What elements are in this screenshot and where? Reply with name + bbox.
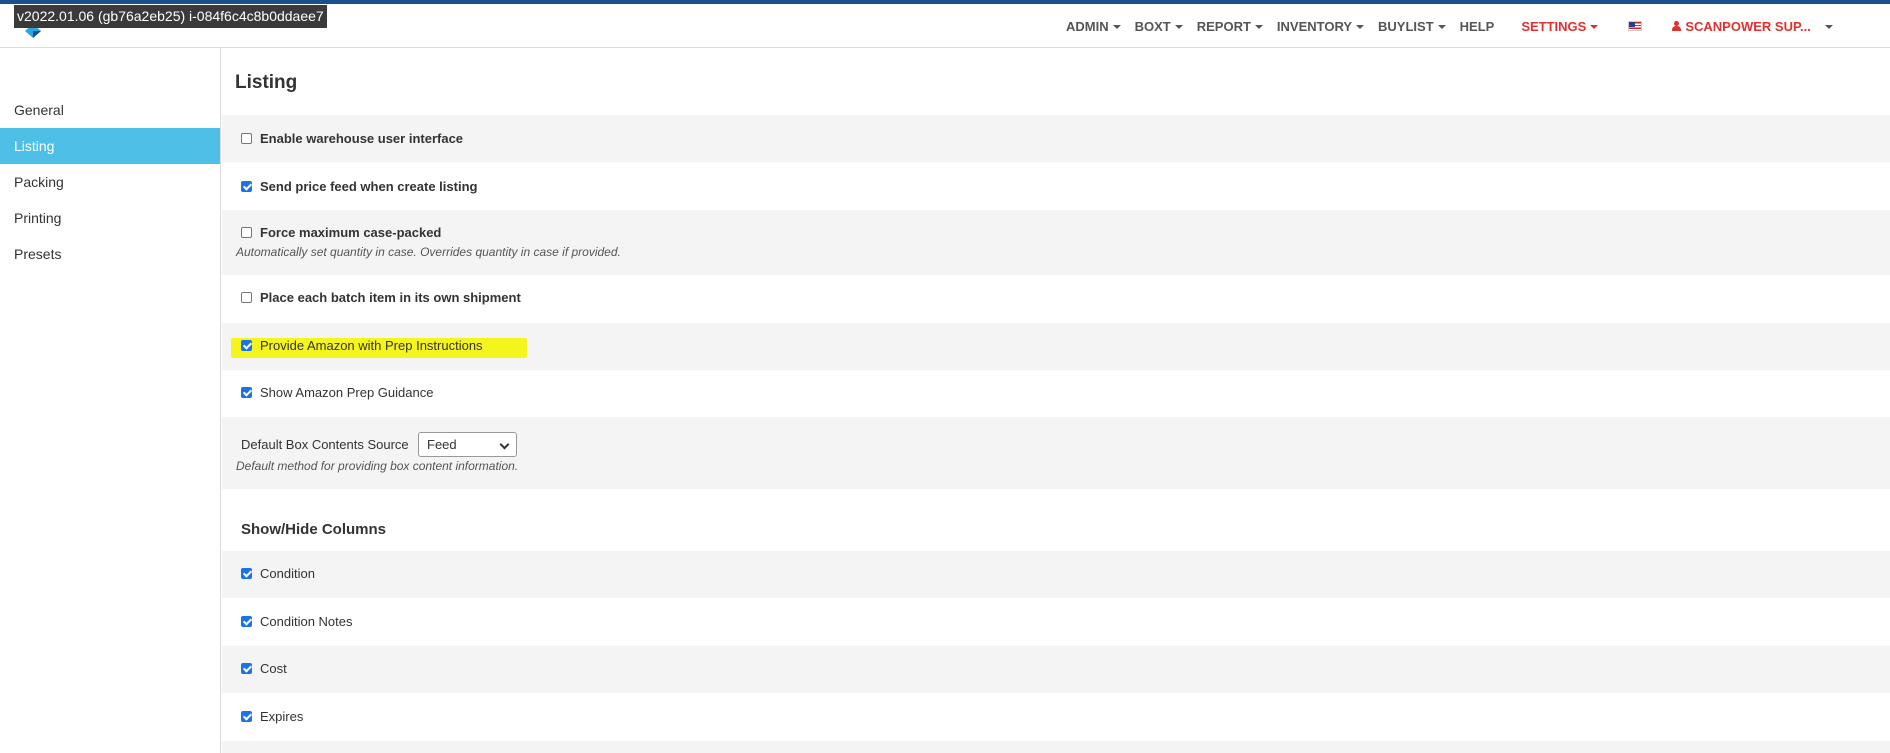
main-nav: ADMIN BOXT REPORT INVENTORY BUYLIST HELP…: [1066, 17, 1833, 35]
nav-boxt-label: BOXT: [1134, 18, 1171, 34]
settings-panel: Listing Enable warehouse user interface …: [222, 48, 1890, 753]
case-packed-checkbox[interactable]: [241, 227, 252, 238]
expires-checkbox[interactable]: [241, 711, 252, 722]
case-packed-help: Automatically set quantity in case. Over…: [236, 245, 621, 259]
sidebar-item-general[interactable]: General: [0, 92, 220, 128]
version-tooltip: v2022.01.06 (gb76a2eb25) i-084f6c4c8b0dd…: [14, 5, 327, 28]
nav-admin[interactable]: ADMIN: [1066, 17, 1121, 35]
option-row-warehouse-ui: [222, 115, 1890, 162]
chevron-down-icon: [1174, 24, 1183, 29]
prep-instructions-checkbox[interactable]: [241, 340, 252, 351]
expires-label: Expires: [260, 709, 304, 724]
nav-user-label: SCANPOWER SUP...: [1685, 18, 1811, 34]
price-feed-label: Send price feed when create listing: [260, 179, 478, 194]
chevron-down-icon: [499, 439, 510, 450]
nav-inventory-label: INVENTORY: [1276, 18, 1353, 34]
nav-help-label: HELP: [1459, 18, 1495, 34]
case-packed-label: Force maximum case-packed: [260, 225, 442, 240]
column-row-next: [222, 741, 1890, 753]
nav-report[interactable]: REPORT: [1197, 17, 1263, 35]
box-contents-select[interactable]: Feed: [418, 432, 517, 457]
nav-settings[interactable]: SETTINGS: [1521, 17, 1599, 35]
nav-report-label: REPORT: [1196, 18, 1251, 34]
nav-user-menu[interactable]: SCANPOWER SUP...: [1672, 17, 1833, 35]
box-contents-label: Default Box Contents Source: [241, 437, 409, 452]
sidebar-item-printing[interactable]: Printing: [0, 200, 220, 236]
nav-help[interactable]: HELP: [1460, 17, 1495, 35]
us-flag-icon: [1628, 21, 1643, 31]
nav-settings-label: SETTINGS: [1521, 18, 1587, 34]
box-contents-value: Feed: [427, 437, 457, 452]
chevron-down-icon: [1437, 24, 1446, 29]
condition-notes-label: Condition Notes: [260, 614, 353, 629]
prep-guidance-checkbox[interactable]: [241, 387, 252, 398]
cost-label: Cost: [260, 661, 287, 676]
option-row-case-packed: [222, 210, 1890, 275]
warehouse-ui-label: Enable warehouse user interface: [260, 131, 464, 146]
batch-shipment-checkbox[interactable]: [241, 292, 252, 303]
columns-section-title: Show/Hide Columns: [241, 521, 387, 538]
chevron-down-icon: [1356, 24, 1365, 29]
nav-language[interactable]: [1628, 17, 1643, 35]
prep-instructions-label: Provide Amazon with Prep Instructions: [260, 338, 483, 353]
page-title: Listing: [235, 72, 298, 93]
sidebar-item-packing[interactable]: Packing: [0, 164, 220, 200]
condition-notes-checkbox[interactable]: [241, 616, 252, 627]
chevron-down-icon: [1824, 24, 1833, 29]
chevron-down-icon: [1254, 24, 1263, 29]
warehouse-ui-checkbox[interactable]: [241, 133, 252, 144]
column-row-cost: [222, 646, 1890, 693]
nav-boxt[interactable]: BOXT: [1135, 17, 1183, 35]
settings-sidebar: General Listing Packing Printing Presets: [0, 48, 221, 753]
condition-label: Condition: [260, 566, 315, 581]
user-icon: [1672, 21, 1682, 31]
top-accent-bar: [0, 0, 1890, 4]
column-row-condition: [222, 551, 1890, 598]
sidebar-item-listing[interactable]: Listing: [0, 128, 220, 164]
top-navbar: v2022.01.06 (gb76a2eb25) i-084f6c4c8b0dd…: [0, 0, 1890, 48]
sidebar-item-presets[interactable]: Presets: [0, 236, 220, 272]
price-feed-checkbox[interactable]: [241, 181, 252, 192]
chevron-down-icon: [1590, 24, 1599, 29]
nav-admin-label: ADMIN: [1066, 18, 1109, 34]
prep-guidance-label: Show Amazon Prep Guidance: [260, 385, 434, 400]
nav-buylist[interactable]: BUYLIST: [1378, 17, 1446, 35]
chevron-down-icon: [1112, 24, 1121, 29]
box-contents-help: Default method for providing box content…: [236, 459, 519, 473]
batch-shipment-label: Place each batch item in its own shipmen…: [260, 290, 521, 305]
cost-checkbox[interactable]: [241, 663, 252, 674]
nav-buylist-label: BUYLIST: [1378, 18, 1434, 34]
condition-checkbox[interactable]: [241, 568, 252, 579]
nav-inventory[interactable]: INVENTORY: [1276, 17, 1365, 35]
